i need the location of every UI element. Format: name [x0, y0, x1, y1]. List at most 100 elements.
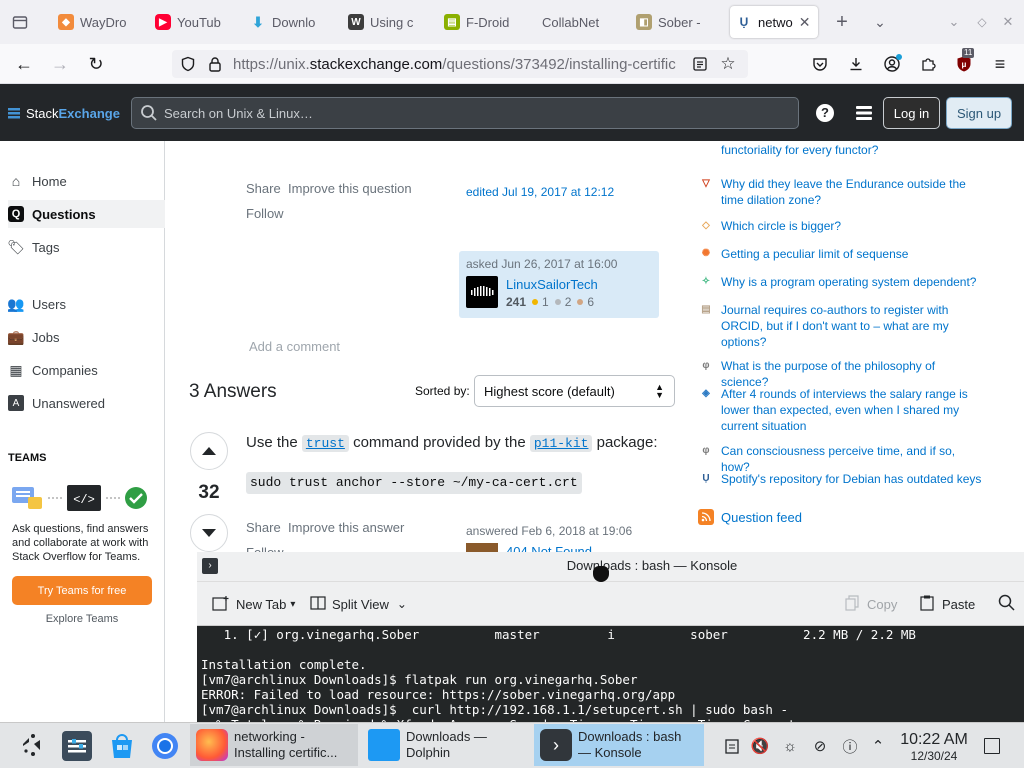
site-switcher-icon[interactable] — [854, 103, 874, 123]
hamburger-menu-icon[interactable]: ≡ — [988, 52, 1012, 76]
pocket-icon[interactable] — [808, 52, 832, 76]
tray-expand-chevron-icon[interactable]: ⌃ — [868, 736, 888, 756]
downvote-button[interactable] — [190, 514, 228, 552]
answer-avatar[interactable] — [466, 543, 498, 552]
brightness-icon[interactable]: ☼ — [780, 736, 800, 756]
add-comment-link[interactable]: Add a comment — [249, 339, 340, 354]
nav-jobs[interactable]: 💼 Jobs — [7, 323, 165, 351]
explore-teams-link[interactable]: Explore Teams — [12, 613, 152, 625]
task-firefox[interactable]: networking - Installing certific... — [190, 724, 358, 766]
shield-icon[interactable] — [178, 54, 198, 74]
clipboard-icon — [920, 595, 934, 614]
stackexchange-logo[interactable]: Stack Exchange — [8, 104, 120, 122]
browser-tab-active[interactable]: Ụnetwo ✕ — [730, 6, 818, 38]
nav-companies[interactable]: ▦ Companies — [8, 356, 165, 384]
reload-icon[interactable]: ↻ — [84, 52, 108, 76]
signup-button[interactable]: Sign up — [946, 97, 1012, 129]
downloads-icon[interactable] — [844, 52, 868, 76]
konsole-search-icon[interactable] — [998, 594, 1016, 612]
new-tab-icon[interactable]: + — [832, 12, 852, 32]
asker-name[interactable]: LinuxSailorTech — [506, 277, 598, 292]
trust-link[interactable]: trust — [301, 435, 349, 452]
improve-question-link[interactable]: Improve this question — [288, 181, 412, 196]
sort-select[interactable]: Highest score (default) ▲ ▼ — [474, 375, 675, 407]
upvote-button[interactable] — [190, 432, 228, 470]
share-question-link[interactable]: Share — [246, 181, 281, 196]
back-arrow-icon[interactable]: ← — [12, 52, 36, 76]
site-search-input[interactable]: Search on Unix & Linux… — [131, 97, 799, 129]
answer-body: Use the trust command provided by the p1… — [246, 434, 658, 452]
app-launcher-icon[interactable] — [20, 732, 46, 758]
avatar[interactable] — [466, 276, 498, 308]
follow-question-link[interactable]: Follow — [246, 206, 284, 221]
try-teams-button[interactable]: Try Teams for free — [12, 576, 152, 605]
p11-kit-link[interactable]: p11-kit — [529, 435, 593, 452]
split-view-button[interactable]: Split View ⌄ — [310, 592, 407, 616]
show-desktop-icon[interactable] — [984, 738, 1000, 754]
copy-button[interactable]: Copy — [845, 592, 897, 616]
close-window-icon[interactable]: ✕ — [1000, 12, 1016, 32]
nav-tags[interactable]: 🏷 Tags — [7, 233, 165, 261]
hot-question-item[interactable]: ▽ Why did they leave the Endurance outsid… — [698, 176, 998, 208]
help-icon[interactable]: ? — [816, 104, 834, 122]
lock-icon[interactable] — [205, 54, 225, 74]
close-tab-icon[interactable]: ✕ — [799, 14, 811, 31]
clock-time[interactable]: 10:22 AM — [896, 731, 972, 749]
browser-tab-5[interactable]: CollabNet — [542, 6, 614, 38]
select-caret-icon: ▲ ▼ — [655, 382, 664, 400]
follow-answer-link[interactable]: Follow — [246, 545, 284, 552]
chevron-down-icon: ⌄ — [396, 597, 407, 611]
task-dolphin[interactable]: Downloads — Dolphin — [362, 724, 530, 766]
login-button[interactable]: Log in — [883, 97, 940, 129]
discover-store-icon[interactable] — [107, 731, 137, 761]
nav-users[interactable]: 👥 Users — [7, 290, 165, 318]
improve-answer-link[interactable]: Improve this answer — [288, 520, 404, 535]
terminal-output[interactable]: 1. [✓] org.vinegarhq.Sober master i sobe… — [197, 626, 1024, 732]
tab-overflow-chevron-icon[interactable]: ⌄ — [870, 12, 890, 32]
share-answer-link[interactable]: Share — [246, 520, 281, 535]
clock-date[interactable]: 12/30/24 — [896, 749, 972, 763]
browser-tab-0[interactable]: ◆ WayDro — [58, 6, 130, 38]
paste-button[interactable]: Paste — [920, 592, 975, 616]
hot-question-title: Why did they leave the Endurance outside… — [721, 177, 966, 207]
forward-arrow-icon[interactable]: → — [48, 52, 72, 76]
browser-tab-2[interactable]: ⬇ Downlo — [250, 6, 322, 38]
hot-question-title: Why is a program operating system depend… — [721, 275, 977, 289]
account-icon[interactable] — [880, 52, 904, 76]
hot-question-item[interactable]: Ụ Spotify's repository for Debian has out… — [698, 471, 998, 487]
question-feed-link[interactable]: Question feed — [698, 509, 802, 525]
ublock-shield-icon[interactable]: μ 11 — [952, 48, 976, 76]
nav-questions[interactable]: Q Questions — [8, 200, 165, 228]
minimize-window-icon[interactable]: ⌄ — [946, 12, 962, 32]
browser-tab-6[interactable]: ◧ Sober - — [636, 6, 708, 38]
task-konsole[interactable]: › Downloads : bash — Konsole — [534, 724, 704, 766]
browser-tab-4[interactable]: ▤ F-Droid — [444, 6, 516, 38]
volume-muted-icon[interactable]: 🔇 — [750, 736, 770, 756]
hot-question-item[interactable]: ▤ Journal requires co-authors to register… — [698, 302, 998, 350]
hot-question-item[interactable]: ✺ Getting a peculiar limit of sequense — [698, 246, 998, 262]
url-text[interactable]: https://unix.stackexchange.com/questions… — [233, 56, 685, 74]
hot-question-item[interactable]: ◈ After 4 rounds of interviews the salary… — [698, 386, 998, 434]
answer-user-name[interactable]: 404 Not Found — [506, 544, 592, 552]
chromium-icon[interactable] — [150, 731, 180, 761]
maximize-window-icon[interactable]: ◇ — [974, 12, 990, 32]
nav-home[interactable]: ⌂ Home — [8, 167, 165, 195]
nav-unanswered[interactable]: A Unanswered — [8, 389, 165, 417]
bookmark-star-icon[interactable]: ☆ — [716, 52, 740, 76]
clipboard-tray-icon[interactable] — [722, 736, 742, 756]
tab-list-icon[interactable] — [10, 12, 30, 32]
site-favicon-icon: φ — [702, 445, 710, 456]
edited-timestamp[interactable]: edited Jul 19, 2017 at 12:12 — [466, 185, 614, 199]
site-favicon-icon: ◈ — [702, 388, 710, 399]
hot-question-item[interactable]: ✧ Why is a program operating system depen… — [698, 274, 998, 290]
system-settings-icon[interactable] — [62, 731, 92, 761]
reader-view-icon[interactable] — [688, 52, 712, 76]
help-tray-icon[interactable]: ⓘ — [840, 736, 860, 756]
network-icon[interactable]: ⊘ — [810, 736, 830, 756]
new-tab-button[interactable]: New Tab ▾ — [212, 592, 295, 616]
extensions-puzzle-icon[interactable] — [916, 52, 940, 76]
rss-icon — [698, 509, 714, 525]
hot-question-item[interactable]: ◇ Which circle is bigger? — [698, 218, 998, 234]
browser-tab-1[interactable]: ▶ YouTub — [155, 6, 225, 38]
browser-tab-3[interactable]: W Using c — [348, 6, 418, 38]
